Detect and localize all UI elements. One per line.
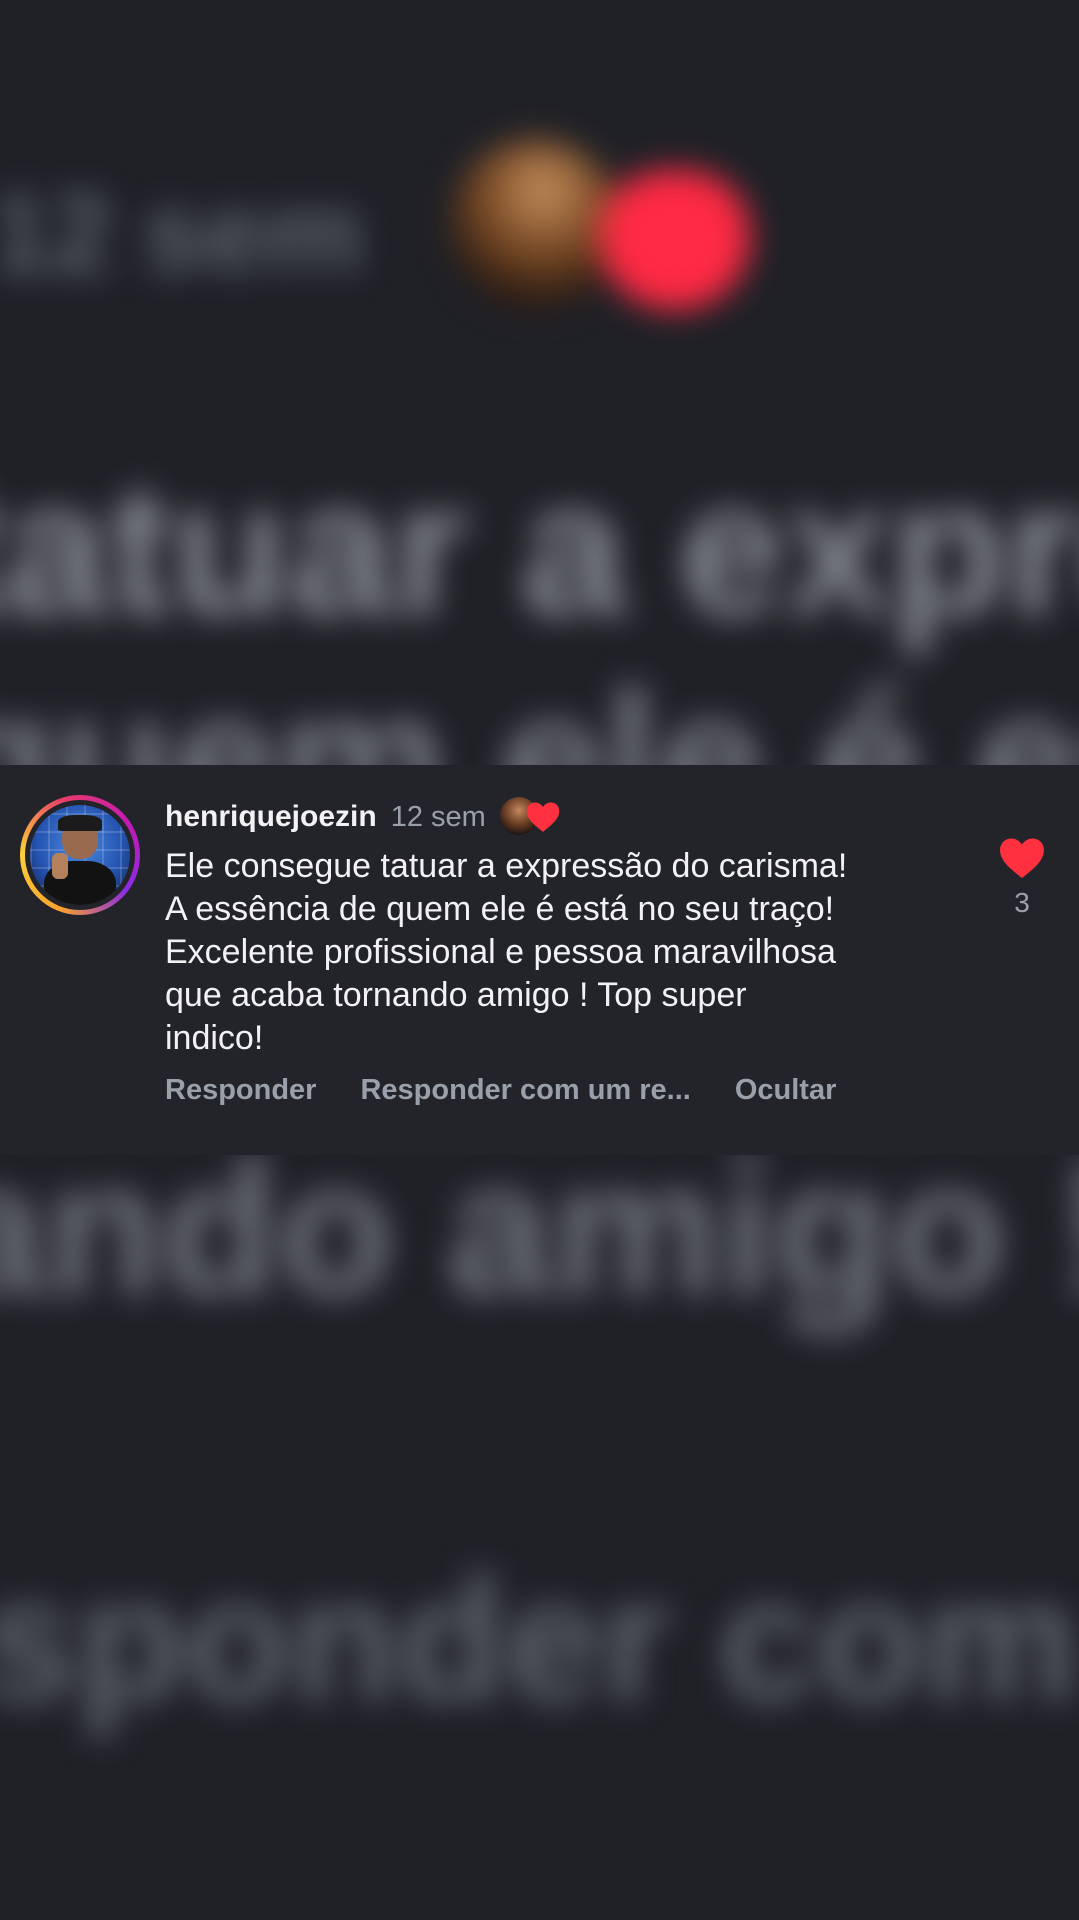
hide-button[interactable]: Ocultar — [735, 1074, 837, 1107]
screen: 12 sem tatuar a expre quem ele é est and… — [0, 0, 1079, 1920]
comment-time: 12 sem — [390, 800, 486, 833]
avatar-photo — [30, 805, 130, 905]
avatar-cap — [58, 815, 102, 831]
avatar-ring-gap — [25, 800, 135, 910]
reply-with-button[interactable]: Responder com um re... — [360, 1074, 690, 1107]
reply-button[interactable]: Responder — [165, 1074, 316, 1107]
blurred-action-line: sponder com u — [0, 1543, 1079, 1738]
like-control[interactable]: 3 — [995, 837, 1049, 919]
heart-icon — [526, 802, 560, 832]
comment-text: Ele consegue tatuar a expressão do caris… — [165, 847, 848, 1057]
username-link[interactable]: henriquejoezin — [165, 800, 377, 834]
liked-by-author-badge — [499, 795, 566, 839]
heart-icon[interactable] — [999, 837, 1045, 879]
blurred-author-avatar — [450, 140, 620, 310]
comment-body: henriquejoezin 12 sem Ele consegue tatua… — [165, 795, 955, 1107]
comment-card[interactable]: henriquejoezin 12 sem Ele consegue tatua… — [0, 765, 1079, 1155]
blurred-time-text: 12 sem — [0, 172, 364, 295]
blurred-comment-line: tatuar a expre — [0, 443, 1079, 655]
comment-meta: henriquejoezin 12 sem — [165, 795, 955, 839]
like-count: 3 — [1014, 887, 1030, 918]
blurred-heart-icon — [600, 170, 750, 310]
avatar-hand — [52, 853, 68, 879]
comment-actions: Responder Responder com um re... Ocultar — [165, 1074, 955, 1107]
user-avatar[interactable] — [20, 795, 140, 915]
